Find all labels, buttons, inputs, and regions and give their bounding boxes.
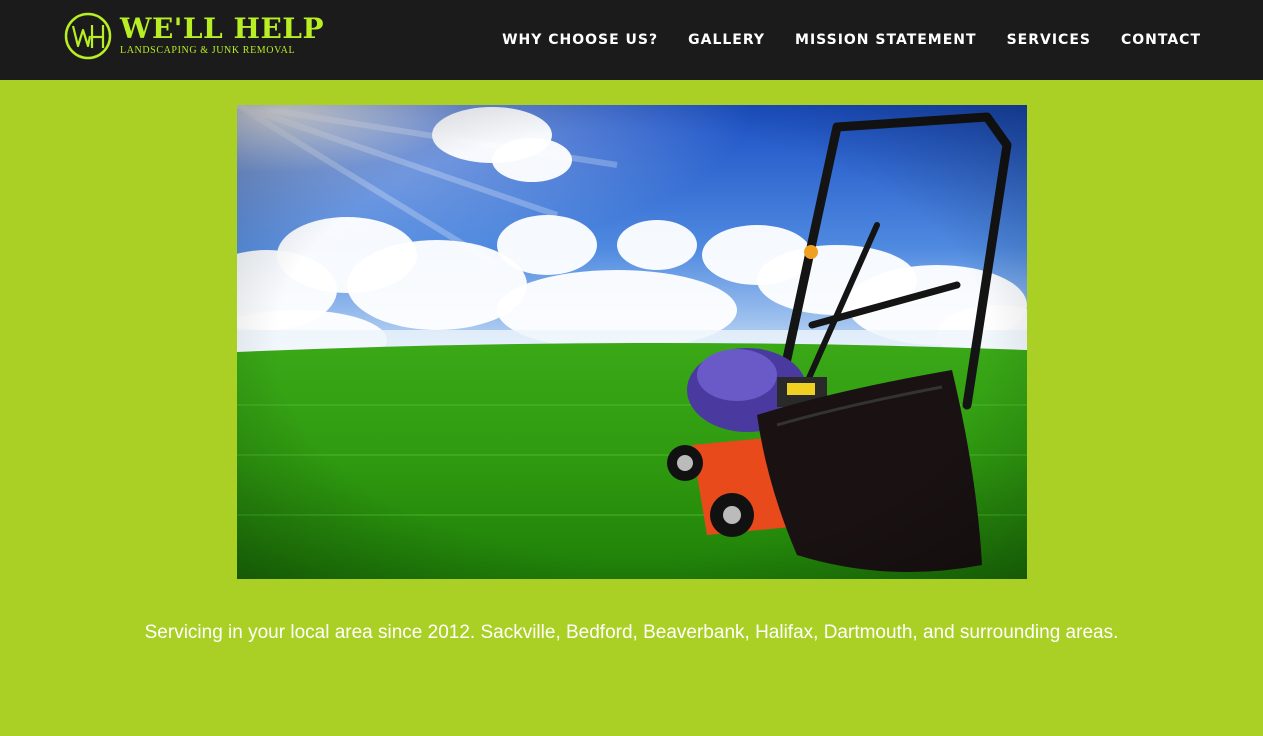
wh-monogram-icon bbox=[64, 12, 112, 60]
main-nav: WHY CHOOSE US? GALLERY MISSION STATEMENT… bbox=[472, 0, 1201, 80]
nav-contact[interactable]: CONTACT bbox=[1121, 0, 1201, 80]
nav-gallery[interactable]: GALLERY bbox=[688, 0, 765, 80]
brand-logo-link[interactable]: WE'LL HELP LANDSCAPING & JUNK REMOVAL bbox=[64, 12, 324, 64]
brand-title: WE'LL HELP bbox=[120, 12, 325, 45]
service-area-tagline: Servicing in your local area since 2012.… bbox=[144, 622, 1119, 643]
brand-subtitle: LANDSCAPING & JUNK REMOVAL bbox=[120, 45, 296, 56]
site-header: WE'LL HELP LANDSCAPING & JUNK REMOVAL WH… bbox=[0, 0, 1263, 80]
nav-services[interactable]: SERVICES bbox=[1007, 0, 1091, 80]
nav-mission-statement[interactable]: MISSION STATEMENT bbox=[795, 0, 977, 80]
hero-lawn-mower-image bbox=[237, 105, 1027, 579]
nav-why-choose-us[interactable]: WHY CHOOSE US? bbox=[502, 0, 658, 80]
